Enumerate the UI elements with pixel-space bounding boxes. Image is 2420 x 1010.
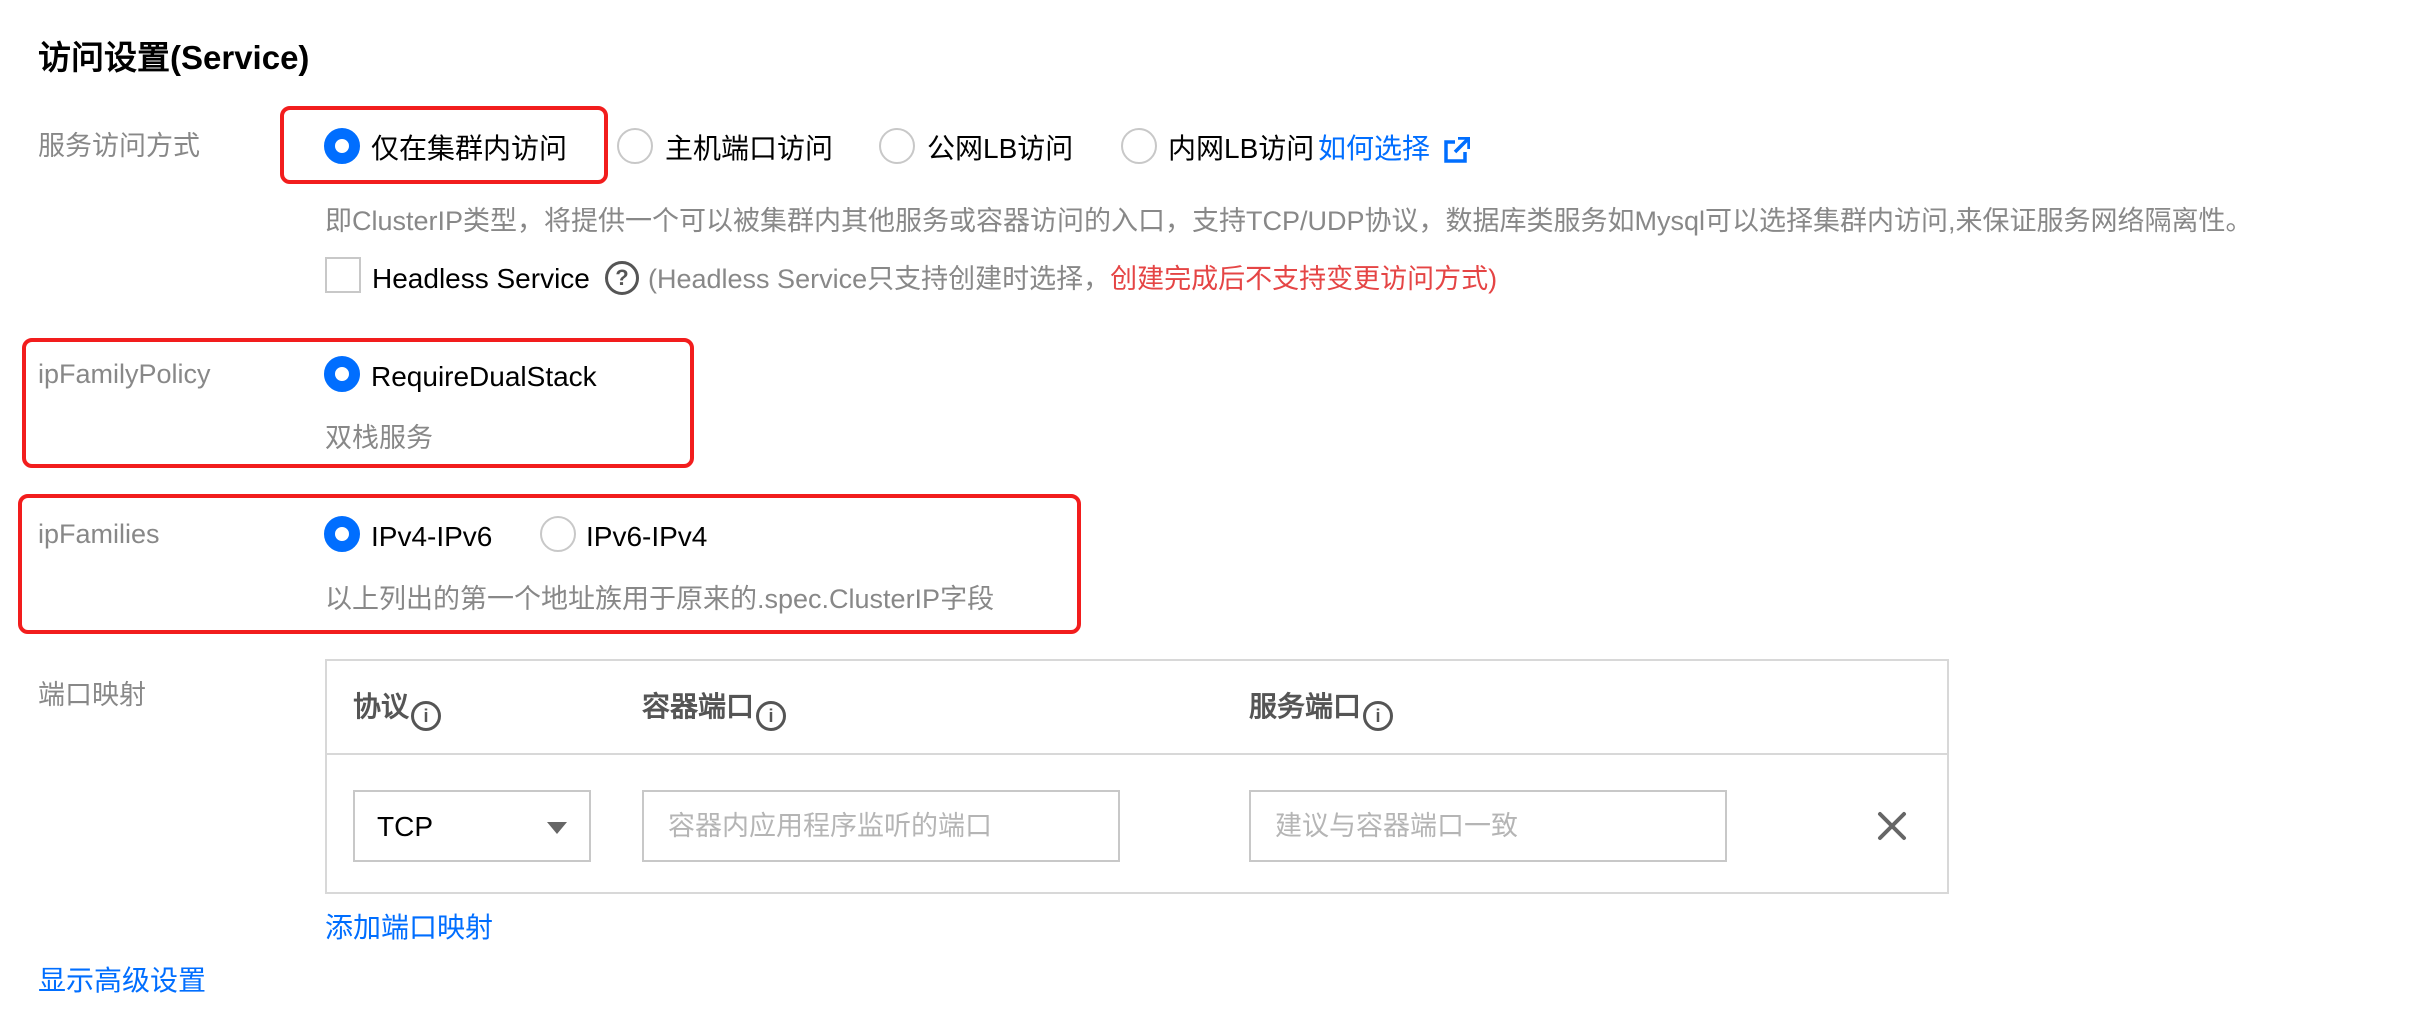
table-header-divider xyxy=(327,753,1947,755)
column-service-port: 服务端口 i xyxy=(1249,689,1394,731)
headless-service-checkbox[interactable] xyxy=(325,257,361,293)
radio-ipv4-ipv6[interactable] xyxy=(324,516,360,552)
port-mapping-table: 协议 i 容器端口 i 服务端口 i TCP xyxy=(325,659,1949,894)
access-description: 即ClusterIP类型，将提供一个可以被集群内其他服务或容器访问的入口，支持T… xyxy=(325,206,2253,236)
service-port-input[interactable] xyxy=(1249,790,1727,862)
ip-family-policy-description: 双栈服务 xyxy=(325,423,433,453)
radio-private-lb-label[interactable]: 内网LB访问 xyxy=(1168,131,1314,167)
radio-public-lb-label[interactable]: 公网LB访问 xyxy=(927,131,1073,167)
info-icon[interactable]: i xyxy=(411,701,442,731)
how-to-choose-link[interactable]: 如何选择 xyxy=(1318,131,1430,167)
radio-ipv4-ipv6-label[interactable]: IPv4-IPv6 xyxy=(371,519,492,555)
protocol-select[interactable]: TCP xyxy=(353,790,591,862)
radio-private-lb[interactable] xyxy=(1121,128,1157,164)
headless-note-warning: 创建完成后不支持变更访问方式) xyxy=(1110,264,1498,294)
ip-families-label: ipFamilies xyxy=(38,519,160,549)
radio-require-dual-stack-label[interactable]: RequireDualStack xyxy=(371,359,597,395)
radio-cluster-only[interactable] xyxy=(324,128,360,164)
radio-ipv6-ipv4-label[interactable]: IPv6-IPv4 xyxy=(586,519,707,555)
close-icon[interactable] xyxy=(1872,806,1912,846)
info-icon[interactable]: i xyxy=(756,701,787,731)
section-title: 访问设置(Service) xyxy=(38,39,310,76)
port-mapping-label: 端口映射 xyxy=(38,680,146,710)
external-link-icon[interactable] xyxy=(1444,137,1470,163)
radio-cluster-only-label[interactable]: 仅在集群内访问 xyxy=(371,131,567,167)
service-access-label: 服务访问方式 xyxy=(38,131,200,161)
radio-ipv6-ipv4[interactable] xyxy=(540,516,576,552)
chevron-down-icon xyxy=(547,822,567,834)
headless-note: (Headless Service只支持创建时选择，创建完成后不支持变更访问方式… xyxy=(648,261,1497,297)
column-protocol: 协议 i xyxy=(353,689,442,731)
column-container-port: 容器端口 i xyxy=(642,689,787,731)
show-advanced-settings-link[interactable]: 显示高级设置 xyxy=(38,963,206,999)
ip-families-description: 以上列出的第一个地址族用于原来的.spec.ClusterIP字段 xyxy=(325,584,995,614)
protocol-select-value: TCP xyxy=(377,811,433,842)
add-port-mapping-link[interactable]: 添加端口映射 xyxy=(325,910,493,946)
headless-service-label[interactable]: Headless Service xyxy=(372,261,590,297)
column-protocol-label: 协议 xyxy=(353,691,410,722)
ip-family-policy-label: ipFamilyPolicy xyxy=(38,359,211,389)
radio-host-port[interactable] xyxy=(617,128,653,164)
container-port-input[interactable] xyxy=(642,790,1120,862)
headless-note-prefix: (Headless Service只支持创建时选择， xyxy=(648,264,1111,294)
info-icon[interactable]: i xyxy=(1363,701,1394,731)
radio-public-lb[interactable] xyxy=(879,128,915,164)
column-container-port-label: 容器端口 xyxy=(642,691,755,722)
radio-host-port-label[interactable]: 主机端口访问 xyxy=(665,131,833,167)
radio-require-dual-stack[interactable] xyxy=(324,356,360,392)
column-service-port-label: 服务端口 xyxy=(1249,691,1362,722)
help-icon[interactable]: ? xyxy=(605,261,639,295)
